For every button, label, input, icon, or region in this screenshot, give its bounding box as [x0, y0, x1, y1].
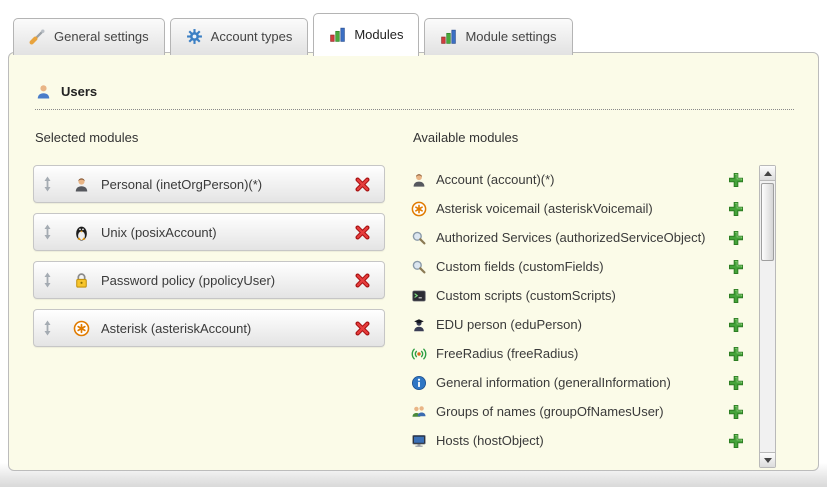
module-label: Authorized Services (authorizedServiceOb… [436, 230, 706, 245]
available-module-row-freeradius: FreeRadius (freeRadius) [411, 339, 746, 368]
add-module-button[interactable] [728, 433, 744, 449]
add-module-button[interactable] [728, 346, 744, 362]
remove-module-button[interactable] [354, 272, 371, 289]
chart-icon [440, 28, 457, 45]
host-icon [411, 433, 427, 449]
tab-label: Module settings [465, 29, 556, 44]
gear-icon [186, 28, 203, 45]
module-label: Personal (inetOrgPerson)(*) [101, 177, 262, 192]
module-label: Groups of names (groupOfNamesUser) [436, 404, 664, 419]
script-icon [411, 288, 427, 304]
module-label: Asterisk (asteriskAccount) [101, 321, 251, 336]
tab-label: Account types [211, 29, 293, 44]
module-label: Asterisk voicemail (asteriskVoicemail) [436, 201, 653, 216]
modules-panel: Users Selected modules Personal (inetOrg… [8, 52, 819, 471]
remove-module-button[interactable] [354, 320, 371, 337]
module-label: Custom scripts (customScripts) [436, 288, 616, 303]
module-label: General information (generalInformation) [436, 375, 671, 390]
tab-label: General settings [54, 29, 149, 44]
selected-module-row-personal[interactable]: Personal (inetOrgPerson)(*) [33, 165, 385, 203]
columns: Selected modules Personal (inetOrgPerson… [9, 110, 818, 468]
services-icon [411, 230, 427, 246]
selected-module-row-unix[interactable]: Unix (posixAccount) [33, 213, 385, 251]
add-module-button[interactable] [728, 172, 744, 188]
available-modules-column: Available modules Account (account)(*) A… [411, 126, 794, 468]
available-module-row-hosts: Hosts (hostObject) [411, 426, 746, 455]
available-module-row-edu-person: EDU person (eduPerson) [411, 310, 746, 339]
add-module-button[interactable] [728, 404, 744, 420]
available-module-row-asterisk-voicemail: Asterisk voicemail (asteriskVoicemail) [411, 194, 746, 223]
module-label: Account (account)(*) [436, 172, 555, 187]
chart-icon [329, 26, 346, 43]
tab-general-settings[interactable]: General settings [13, 18, 165, 55]
module-label: Unix (posixAccount) [101, 225, 217, 240]
available-module-row-custom-scripts: Custom scripts (customScripts) [411, 281, 746, 310]
available-modules-list: Account (account)(*) Asterisk voicemail … [411, 165, 746, 468]
module-label: EDU person (eduPerson) [436, 317, 582, 332]
tab-account-types[interactable]: Account types [170, 18, 309, 55]
selected-modules-heading: Selected modules [35, 130, 385, 145]
info-icon [411, 375, 427, 391]
add-module-button[interactable] [728, 259, 744, 275]
arrow-down-icon [764, 458, 772, 463]
tab-module-settings[interactable]: Module settings [424, 18, 572, 55]
asterisk-icon [73, 320, 90, 337]
tab-label: Modules [354, 27, 403, 42]
available-module-row-general-information: General information (generalInformation) [411, 368, 746, 397]
group-icon [411, 404, 427, 420]
scroll-up-button[interactable] [760, 166, 775, 181]
drag-handle-icon[interactable] [43, 320, 52, 336]
drag-handle-icon[interactable] [43, 272, 52, 288]
magnifier-icon [411, 259, 427, 275]
lock-icon [73, 272, 90, 289]
selected-module-row-password-policy[interactable]: Password policy (ppolicyUser) [33, 261, 385, 299]
remove-module-button[interactable] [354, 224, 371, 241]
module-label: Password policy (ppolicyUser) [101, 273, 275, 288]
add-module-button[interactable] [728, 230, 744, 246]
person-icon [411, 172, 427, 188]
section-title: Users [61, 84, 97, 99]
edu-person-icon [411, 317, 427, 333]
drag-handle-icon[interactable] [43, 224, 52, 240]
user-icon [35, 83, 52, 100]
available-module-row-custom-fields: Custom fields (customFields) [411, 252, 746, 281]
person-icon [73, 176, 90, 193]
remove-module-button[interactable] [354, 176, 371, 193]
penguin-icon [73, 224, 90, 241]
tab-modules[interactable]: Modules [313, 13, 419, 56]
selected-modules-column: Selected modules Personal (inetOrgPerson… [33, 126, 385, 468]
available-modules-heading: Available modules [413, 130, 794, 145]
available-module-row-groups-of-names: Groups of names (groupOfNamesUser) [411, 397, 746, 426]
scroll-down-button[interactable] [760, 452, 775, 467]
add-module-button[interactable] [728, 288, 744, 304]
tools-icon [29, 28, 46, 45]
module-label: Custom fields (customFields) [436, 259, 604, 274]
scrollbar-thumb[interactable] [761, 183, 774, 261]
available-module-row-account: Account (account)(*) [411, 165, 746, 194]
users-section-header: Users [35, 83, 794, 110]
module-label: FreeRadius (freeRadius) [436, 346, 578, 361]
asterisk-icon [411, 201, 427, 217]
available-module-row-authorized-services: Authorized Services (authorizedServiceOb… [411, 223, 746, 252]
tab-bar: General settings Account types Modules M… [13, 13, 573, 55]
drag-handle-icon[interactable] [43, 176, 52, 192]
selected-module-row-asterisk[interactable]: Asterisk (asteriskAccount) [33, 309, 385, 347]
module-label: Hosts (hostObject) [436, 433, 544, 448]
add-module-button[interactable] [728, 201, 744, 217]
add-module-button[interactable] [728, 317, 744, 333]
scrollbar[interactable] [759, 165, 776, 468]
antenna-icon [411, 346, 427, 362]
arrow-up-icon [764, 171, 772, 176]
add-module-button[interactable] [728, 375, 744, 391]
